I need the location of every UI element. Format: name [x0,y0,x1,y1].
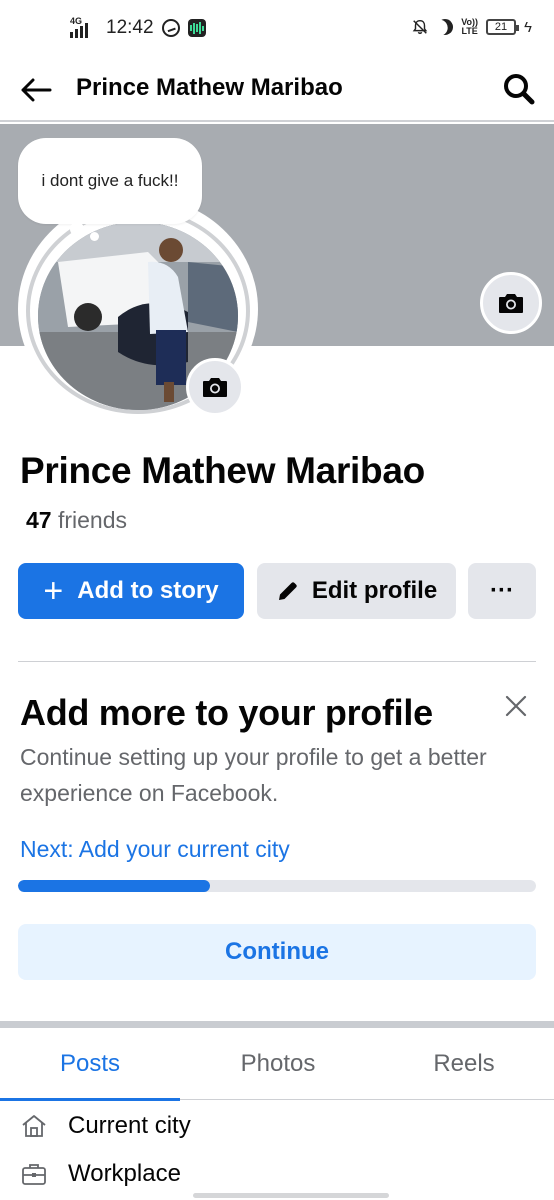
back-button[interactable] [18,72,54,108]
battery-icon: 21 [486,19,520,35]
bubble-tail-small [90,232,99,241]
edit-profile-label: Edit profile [311,577,438,604]
camera-icon [499,294,523,313]
add-more-description: Continue setting up your profile to get … [20,744,487,806]
add-to-story-label: Add to story [77,577,219,604]
friends-label: friends [57,507,128,533]
add-to-story-button[interactable]: + Add to story [18,563,244,619]
briefcase-icon [20,1160,48,1188]
home-indicator [193,1193,389,1198]
camera-icon [203,378,227,397]
tab-photos[interactable]: Photos [188,1028,368,1100]
profile-progress-bar [18,880,536,892]
signal-icon: 4G [70,16,98,38]
tab-reels[interactable]: Reels [374,1028,554,1100]
profile-note-bubble[interactable]: i dont give a fuck!! [18,138,202,224]
battery-level: 21 [494,21,508,33]
charging-icon: ϟ [524,18,532,36]
detail-current-city-label: Current city [68,1112,191,1139]
home-icon [20,1112,48,1140]
continue-button[interactable]: Continue [18,924,536,980]
page-title: Prince Mathew Maribao [76,74,343,101]
detail-workplace[interactable]: Workplace [20,1151,181,1197]
continue-label: Continue [225,938,329,965]
profile-progress-fill [18,880,210,892]
pencil-icon [278,582,297,600]
status-left: 4G 12:42 [70,16,206,39]
tab-posts-label: Posts [59,1050,121,1077]
section-separator [0,1021,554,1028]
divider [18,661,536,662]
edit-cover-button[interactable] [480,272,542,334]
audio-app-icon [187,19,206,37]
volte-icon: Vo)) LTE [461,18,478,36]
add-more-title: Add more to your profile [20,692,433,733]
friends-number: 47 [26,507,52,533]
next-step-link[interactable]: Next: Add your current city [20,836,290,863]
tab-reels-label: Reels [433,1050,495,1077]
status-time: 12:42 [106,17,154,38]
tab-photos-label: Photos [240,1050,316,1077]
close-card-button[interactable] [500,690,532,722]
status-right: Vo)) LTE 21 ϟ [411,18,532,36]
tab-posts[interactable]: Posts [0,1028,180,1101]
mute-bell-icon [412,19,428,35]
friends-count[interactable]: 47 friends [26,507,127,534]
profile-name: Prince Mathew Maribao [20,450,425,491]
detail-current-city[interactable]: Current city [20,1103,191,1149]
detail-workplace-label: Workplace [68,1160,181,1187]
app-bar: Prince Mathew Maribao [0,58,554,122]
more-options-button[interactable]: ··· [468,563,536,619]
profile-note-text: i dont give a fuck!! [41,171,179,190]
do-not-disturb-icon [434,16,456,38]
plus-icon: + [43,572,64,610]
bubble-tail-large [70,222,84,236]
messenger-icon [161,19,180,37]
close-icon [505,695,527,717]
status-bar: 4G 12:42 Vo)) LTE 21 ϟ [0,0,554,58]
arrow-left-icon [21,78,52,102]
lte-label: LTE [461,26,478,36]
profile-tabs: Posts Photos Reels [0,1028,554,1101]
search-icon [504,74,535,105]
search-button[interactable] [500,70,538,108]
more-icon: ··· [490,577,514,604]
network-type: 4G [70,16,83,26]
edit-profile-picture-button[interactable] [186,358,244,416]
edit-profile-button[interactable]: Edit profile [257,563,456,619]
